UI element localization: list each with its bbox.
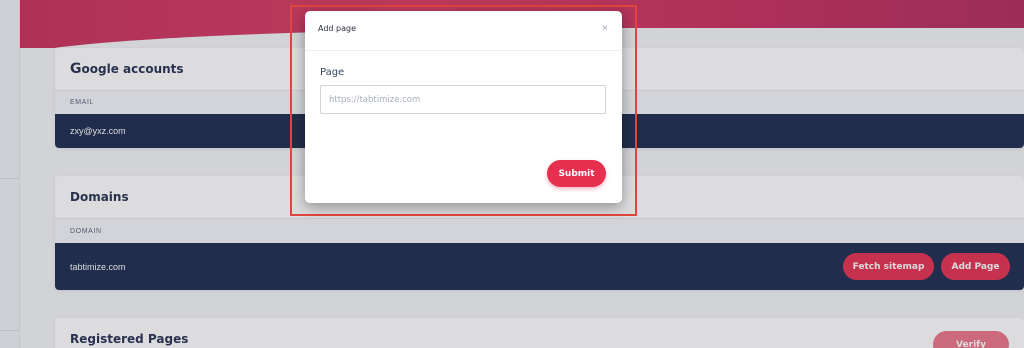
close-icon[interactable]: × (602, 23, 608, 34)
submit-button[interactable]: Submit (547, 160, 606, 187)
add-page-modal: Add page × Page Submit (305, 11, 622, 203)
page-url-input[interactable] (320, 85, 606, 114)
modal-divider (305, 50, 622, 51)
modal-title: Add page (318, 24, 357, 33)
page-field-label: Page (320, 67, 345, 78)
